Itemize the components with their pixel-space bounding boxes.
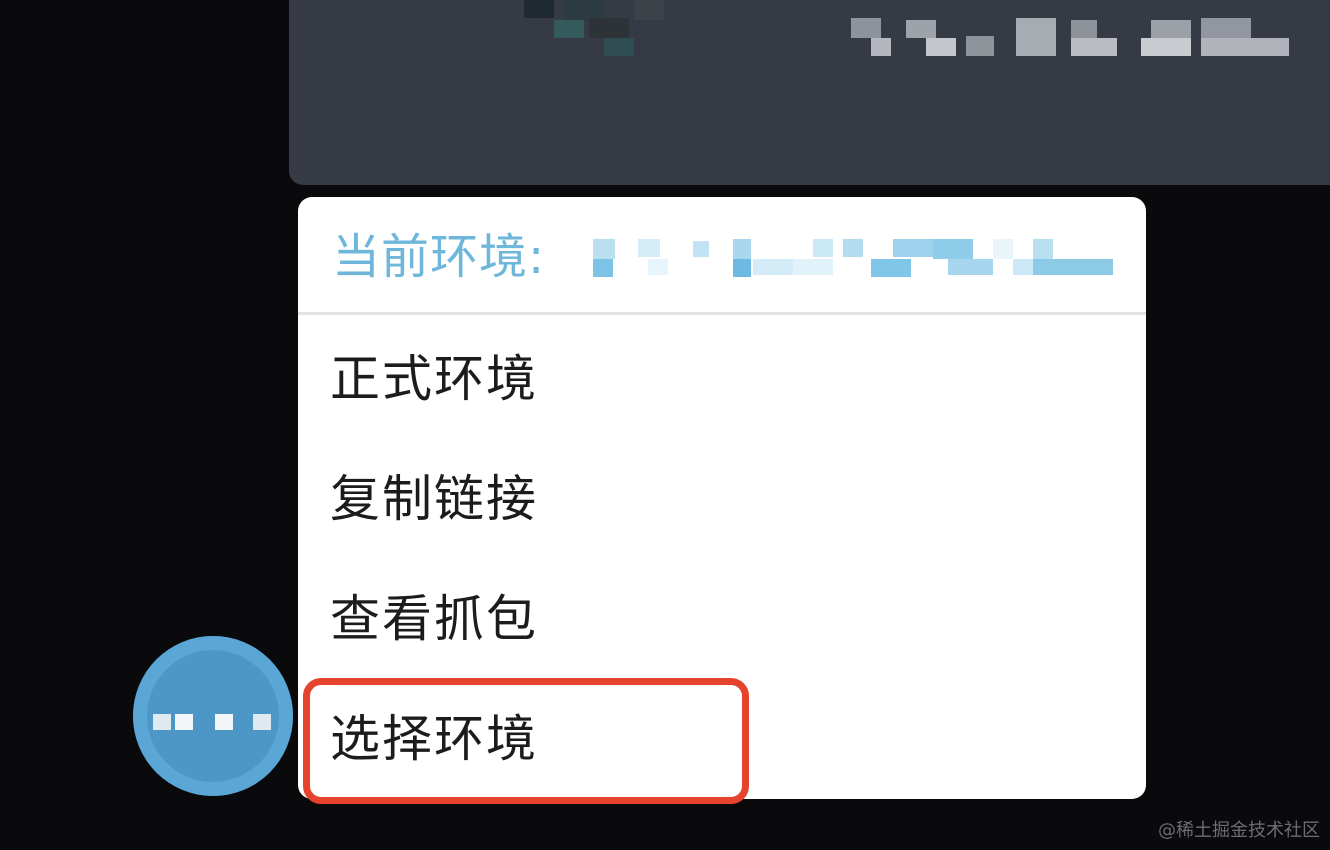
environment-menu: 当前环境: 正式环境 复制链接 查看抓包 选择环境 (298, 197, 1146, 799)
redacted-text (851, 18, 1291, 58)
more-dots-icon (153, 714, 171, 730)
current-environment-value-redacted (593, 235, 1113, 281)
menu-item-select-environment[interactable]: 选择环境 (298, 679, 1146, 799)
menu-item-copy-link[interactable]: 复制链接 (298, 439, 1146, 559)
screen: 当前环境: 正式环境 复制链接 查看抓包 选择环境 @稀土掘金技术社区 (0, 0, 1330, 850)
more-dot (253, 714, 271, 730)
menu-item-label: 正式环境 (330, 350, 538, 408)
menu-item-label: 复制链接 (330, 470, 538, 528)
current-environment-header: 当前环境: (298, 197, 1146, 315)
current-environment-label: 当前环境: (332, 229, 546, 285)
menu-item-label: 选择环境 (330, 710, 538, 768)
top-banner-card (289, 0, 1330, 185)
menu-item-production-environment[interactable]: 正式环境 (298, 319, 1146, 439)
redacted-image (504, 0, 664, 60)
watermark: @稀土掘金技术社区 (1158, 820, 1320, 841)
menu-item-label: 查看抓包 (330, 590, 538, 648)
more-dot (175, 714, 193, 730)
menu-item-view-capture[interactable]: 查看抓包 (298, 559, 1146, 679)
more-dot (215, 714, 233, 730)
floating-more-button[interactable] (133, 636, 293, 796)
